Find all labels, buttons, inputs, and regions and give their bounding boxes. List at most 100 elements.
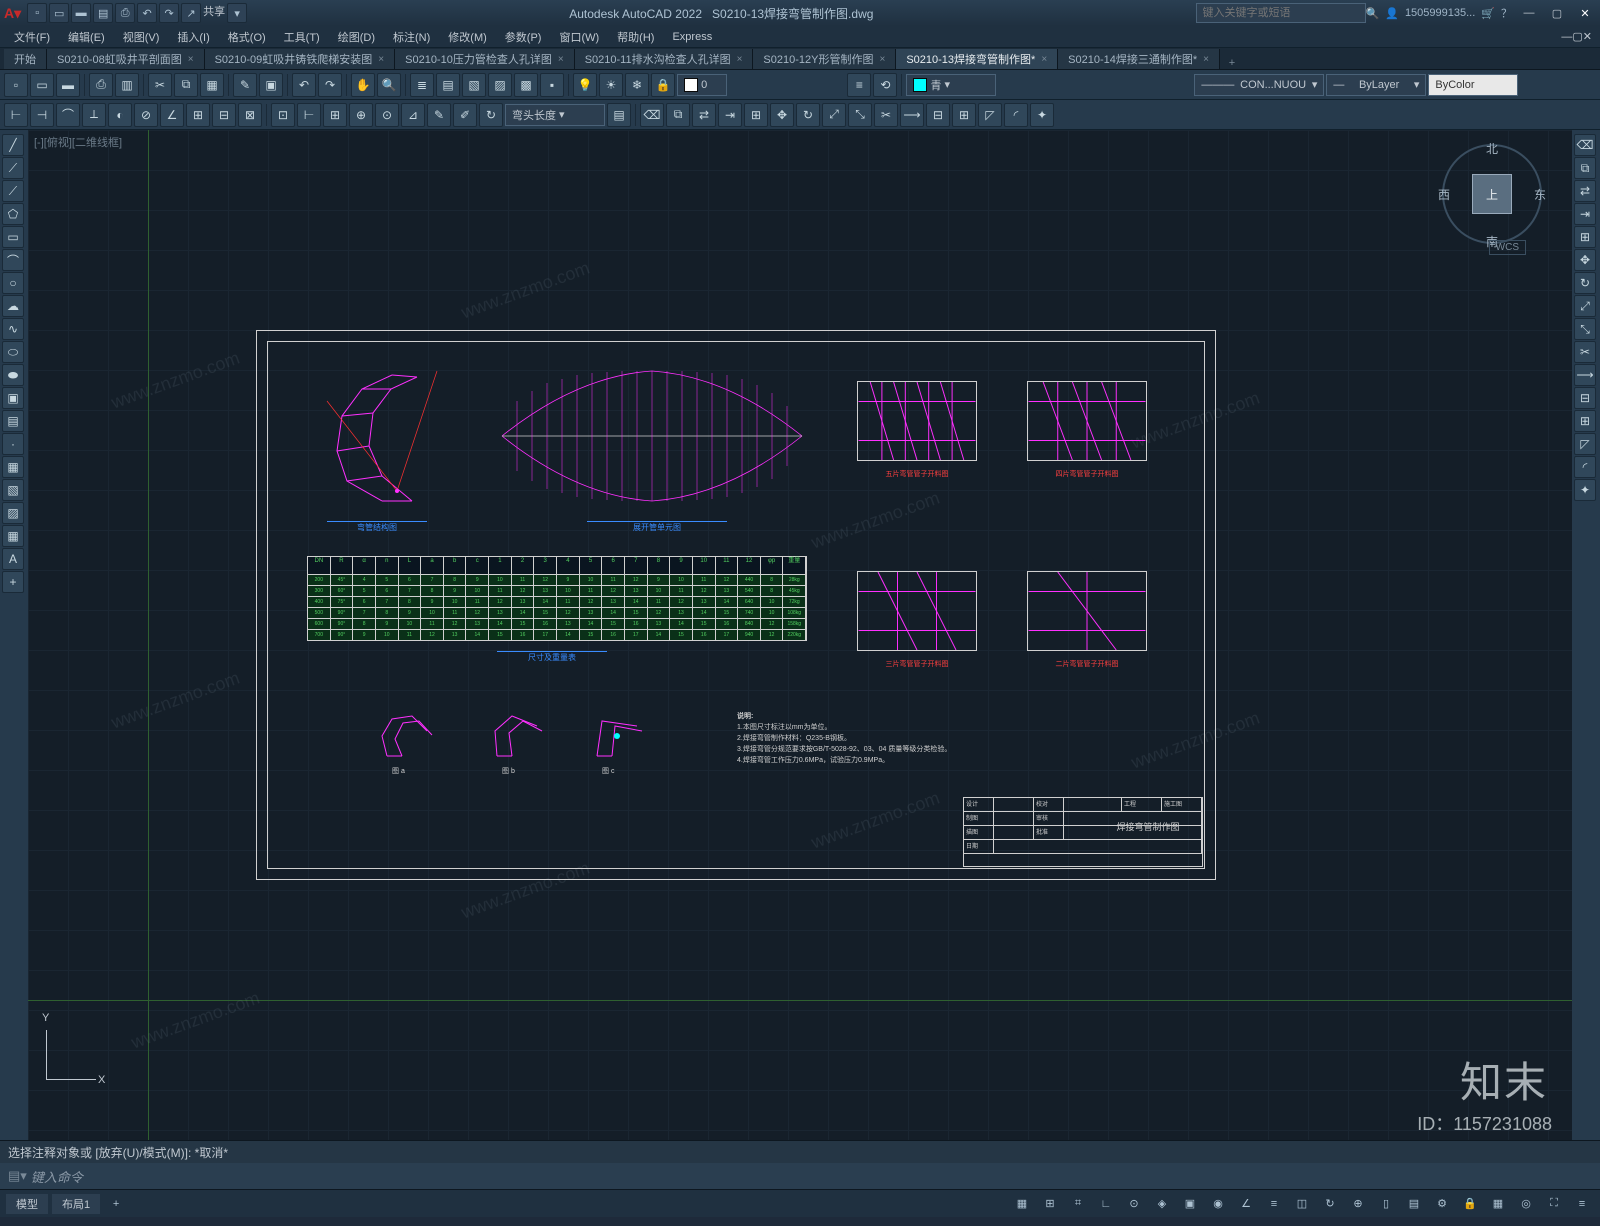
isodraft-icon[interactable]: ◈ [1150,1193,1174,1215]
dim-aligned-icon[interactable]: ⊣ [30,103,54,127]
dim-edit-icon[interactable]: ✎ [427,103,451,127]
dim-update-icon[interactable]: ↻ [479,103,503,127]
sheet-icon[interactable]: ▩ [514,73,538,97]
fillet-icon[interactable]: ◜ [1004,103,1028,127]
linetype-dropdown[interactable]: ——— CON...NUOU▾ [1194,74,1324,96]
mtext-icon[interactable]: A [2,548,24,570]
match-icon[interactable]: ✎ [233,73,257,97]
preview-icon[interactable]: ▥ [115,73,139,97]
clean-icon[interactable]: ⛶ [1542,1193,1566,1215]
tab-start[interactable]: 开始 [4,49,47,69]
lineweight-dropdown[interactable]: — ByLayer▾ [1326,74,1426,96]
r-mirror-icon[interactable]: ⇄ [1574,180,1596,202]
menu-help[interactable]: 帮助(H) [609,27,662,47]
tab-layout1[interactable]: 布局1 [52,1194,100,1214]
paste-icon[interactable]: ▦ [200,73,224,97]
join-icon[interactable]: ⊞ [952,103,976,127]
menu-modify[interactable]: 修改(M) [440,27,495,47]
viewcube[interactable]: 上 北 南 东 西 [1442,144,1542,244]
maximize-icon[interactable]: ▢ [1546,4,1568,22]
region-icon[interactable]: ▨ [2,502,24,524]
break-icon[interactable]: ⊟ [926,103,950,127]
ellipse-arc-icon[interactable]: ⬬ [2,364,24,386]
r-extend-icon[interactable]: ⟶ [1574,364,1596,386]
layerprev-icon[interactable]: ⟲ [873,73,897,97]
file-tab-active[interactable]: S0210-13焊接弯管制作图*× [896,49,1058,69]
dim-base-icon[interactable]: ⊟ [212,103,236,127]
menu-express[interactable]: Express [664,29,720,45]
tolerance-icon[interactable]: ⊞ [323,103,347,127]
grid-icon[interactable]: ⊞ [1038,1193,1062,1215]
menu-dim[interactable]: 标注(N) [385,27,438,47]
r-trim-icon[interactable]: ✂ [1574,341,1596,363]
search-icon[interactable]: 🔍 [1366,7,1380,20]
close-icon[interactable]: ✕ [1574,4,1596,22]
point-icon[interactable]: · [2,433,24,455]
drawing-canvas[interactable]: [-][俯视][二维线框] www.znzmo.com www.znzmo.co… [28,130,1572,1140]
saveas-icon[interactable]: ▤ [93,3,113,23]
menu-tools[interactable]: 工具(T) [276,27,328,47]
undo2-icon[interactable]: ↶ [292,73,316,97]
redo2-icon[interactable]: ↷ [318,73,342,97]
dim-dia-icon[interactable]: ⊘ [134,103,158,127]
block2-icon[interactable]: ▤ [2,410,24,432]
light-icon[interactable]: 💡 [573,73,597,97]
tab-model[interactable]: 模型 [6,1194,48,1214]
dim-ord-icon[interactable]: ⟂ [82,103,106,127]
offset-icon[interactable]: ⇥ [718,103,742,127]
center-icon[interactable]: ⊕ [349,103,373,127]
rotate-icon[interactable]: ↻ [796,103,820,127]
gradient-icon[interactable]: ▧ [2,479,24,501]
copy2-icon[interactable]: ⧉ [666,103,690,127]
block-icon[interactable]: ▣ [259,73,283,97]
addsel-icon[interactable]: + [2,571,24,593]
dim-arc-icon[interactable]: ⌒ [56,103,80,127]
move-icon[interactable]: ✥ [770,103,794,127]
jog-icon[interactable]: ⊿ [401,103,425,127]
tab-close-icon[interactable]: × [378,54,384,65]
new-icon[interactable]: ▫ [27,3,47,23]
line-icon[interactable]: ╱ [2,134,24,156]
explode-icon[interactable]: ✦ [1030,103,1054,127]
quickprops-icon[interactable]: ▤ [1402,1193,1426,1215]
r-explode-icon[interactable]: ✦ [1574,479,1596,501]
r-move-icon[interactable]: ✥ [1574,249,1596,271]
hardware-icon[interactable]: ▦ [1486,1193,1510,1215]
polar-icon[interactable]: ⊙ [1122,1193,1146,1215]
chamfer-icon[interactable]: ◸ [978,103,1002,127]
props-icon[interactable]: ▤ [436,73,460,97]
qat-more-icon[interactable]: ▾ [227,3,247,23]
table-icon[interactable]: ▦ [2,525,24,547]
xline-icon[interactable]: ⟋ [2,157,24,179]
file-tab[interactable]: S0210-11排水沟检查人孔详图× [575,49,754,69]
viewcube-e[interactable]: 东 [1534,186,1546,203]
dim-ang-icon[interactable]: ∠ [160,103,184,127]
inspect-icon[interactable]: ⊙ [375,103,399,127]
array-icon[interactable]: ⊞ [744,103,768,127]
dimstyle-dropdown[interactable]: 弯头长度 ▾ [505,104,605,126]
units-icon[interactable]: ▯ [1374,1193,1398,1215]
add-layout-icon[interactable]: + [104,1193,128,1215]
annoscale-icon[interactable]: 🔒 [1458,1193,1482,1215]
save-icon[interactable]: ▬ [71,3,91,23]
ortho-icon[interactable]: ∟ [1094,1193,1118,1215]
layer-icon[interactable]: ≣ [410,73,434,97]
file-tab[interactable]: S0210-10压力管检查人孔详图× [395,49,575,69]
r-rotate-icon[interactable]: ↻ [1574,272,1596,294]
menu-window[interactable]: 窗口(W) [551,27,607,47]
menu-file[interactable]: 文件(F) [6,27,58,47]
r-offset-icon[interactable]: ⇥ [1574,203,1596,225]
minimize-icon[interactable]: — [1518,4,1540,22]
ellipse-icon[interactable]: ⬭ [2,341,24,363]
file-tab[interactable]: S0210-14焊接三通制作图*× [1058,49,1220,69]
share-button[interactable]: ↗ [181,3,201,23]
layer-color-dropdown[interactable]: 青 ▾ [906,74,996,96]
menu-view[interactable]: 视图(V) [115,27,168,47]
erase-icon[interactable]: ⌫ [640,103,664,127]
dim-cont-icon[interactable]: ⊠ [238,103,262,127]
dim-rad-icon[interactable]: ◐ [108,103,132,127]
layerstate-icon[interactable]: ≡ [847,73,871,97]
tab-close-icon[interactable]: × [558,54,564,65]
freeze-icon[interactable]: ❄ [625,73,649,97]
pan-icon[interactable]: ✋ [351,73,375,97]
